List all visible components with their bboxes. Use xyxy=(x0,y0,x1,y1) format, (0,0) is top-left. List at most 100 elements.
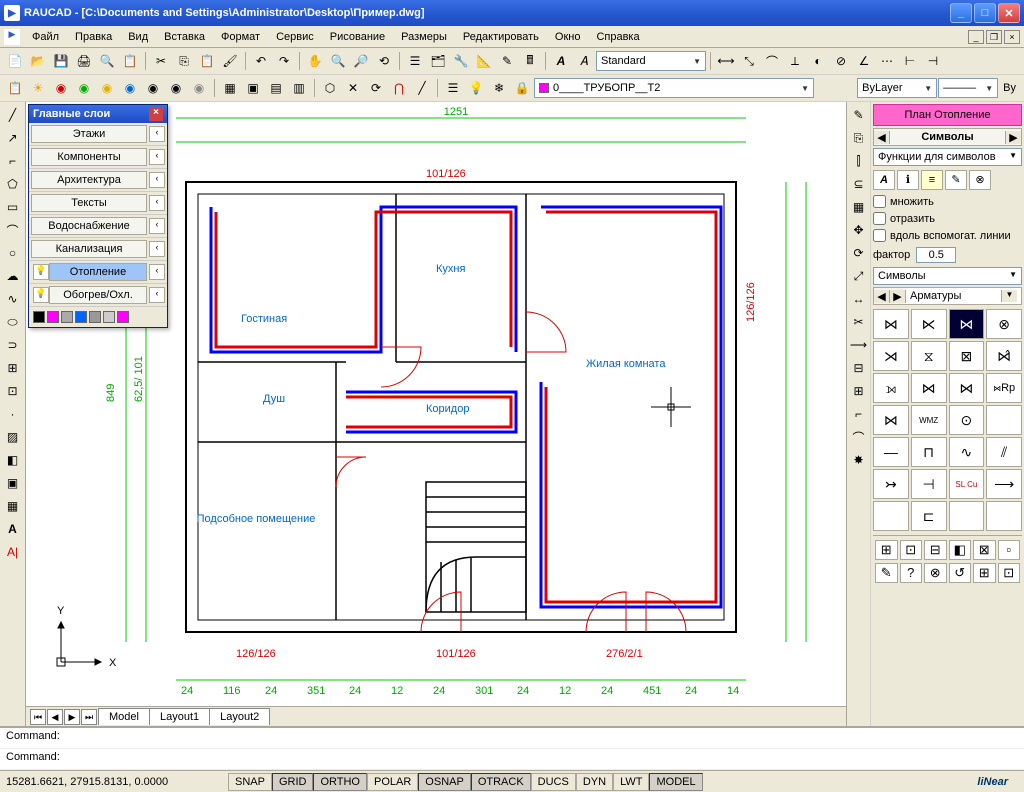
erase-icon[interactable]: ✎ xyxy=(848,104,870,126)
layer-item-0[interactable]: Этажи‹ xyxy=(29,123,167,146)
circle-f-icon[interactable]: ◉ xyxy=(165,77,187,99)
status-polar[interactable]: POLAR xyxy=(367,773,418,791)
symbols-dropdown[interactable]: Символы▼ xyxy=(873,267,1022,285)
layers-panel-close-icon[interactable]: × xyxy=(149,107,163,121)
makeblk-tool-icon[interactable]: ⊡ xyxy=(2,380,24,402)
sym-valve-24[interactable]: ⟶ xyxy=(986,469,1022,499)
new-icon[interactable]: 📄 xyxy=(4,50,26,72)
sym-valve-18[interactable]: ⊓ xyxy=(911,437,947,467)
status-osnap[interactable]: OSNAP xyxy=(418,773,471,791)
mtext-tool-icon[interactable]: A xyxy=(2,518,24,540)
paste-icon[interactable]: 📋 xyxy=(196,50,218,72)
sym-valve-16[interactable] xyxy=(986,405,1022,435)
polygon-tool-icon[interactable]: ⬠ xyxy=(2,173,24,195)
sym-valve-15[interactable]: ⊙ xyxy=(949,405,985,435)
menu-сервис[interactable]: Сервис xyxy=(268,29,322,45)
sym-valve-2[interactable]: ⋉ xyxy=(911,309,947,339)
gradient-tool-icon[interactable]: ◧ xyxy=(2,449,24,471)
ssm-icon[interactable]: 📐 xyxy=(473,50,495,72)
copy2-icon[interactable]: ⎘ xyxy=(848,127,870,149)
sym-valve-13[interactable]: ⋈ xyxy=(873,405,909,435)
layer-item-1[interactable]: Компоненты‹ xyxy=(29,146,167,169)
match-icon[interactable]: 🖌 xyxy=(219,50,241,72)
menu-вставка[interactable]: Вставка xyxy=(156,29,213,45)
text-icon[interactable]: A xyxy=(550,50,572,72)
point-tool-icon[interactable]: · xyxy=(2,403,24,425)
circle-d-icon[interactable]: ◉ xyxy=(119,77,141,99)
fillet-icon[interactable]: ⌒ xyxy=(848,426,870,448)
spline-tool-icon[interactable]: ∿ xyxy=(2,288,24,310)
layer-item-4[interactable]: Водоснабжение‹ xyxy=(29,215,167,238)
dc-icon[interactable]: 🗂 xyxy=(427,50,449,72)
redo-icon[interactable]: ↷ xyxy=(273,50,295,72)
text-tool-icon[interactable]: A| xyxy=(2,541,24,563)
block3-icon[interactable]: ▤ xyxy=(265,77,287,99)
break-icon[interactable]: ⊟ xyxy=(848,357,870,379)
dim-cont-icon[interactable]: ⊣ xyxy=(922,50,944,72)
zoom-rt-icon[interactable]: 🔍 xyxy=(327,50,349,72)
tp-icon[interactable]: 🔧 xyxy=(450,50,472,72)
sym-valve-10[interactable]: ⋈ xyxy=(911,373,947,403)
block-icon[interactable]: ▦ xyxy=(219,77,241,99)
dim-aligned-icon[interactable]: ⤡ xyxy=(738,50,760,72)
funcicon-c[interactable]: ≡ xyxy=(921,170,943,190)
rb-ortho-icon[interactable]: ⊟ xyxy=(924,540,947,560)
func-dropdown[interactable]: Функции для символов▼ xyxy=(873,148,1022,166)
layer-item-7[interactable]: 💡Обогрев/Охл.‹ xyxy=(29,284,167,307)
layerprop-icon[interactable]: 📋 xyxy=(4,77,26,99)
menu-формат[interactable]: Формат xyxy=(213,29,268,45)
print-icon[interactable]: 🖨 xyxy=(73,50,95,72)
freeze-icon[interactable]: ❄ xyxy=(488,77,510,99)
pline-tool-icon[interactable]: ⌐ xyxy=(2,150,24,172)
undo-icon[interactable]: ↶ xyxy=(250,50,272,72)
sym-valve-12[interactable]: ⋈Rp xyxy=(986,373,1022,403)
chamfer-icon[interactable]: ⌐ xyxy=(848,403,870,425)
layer-item-5[interactable]: Канализация‹ xyxy=(29,238,167,261)
command-area[interactable]: Command: Command: xyxy=(0,726,1024,770)
orbit-icon[interactable]: ⟳ xyxy=(365,77,387,99)
menu-размеры[interactable]: Размеры xyxy=(393,29,455,45)
sym-valve-28[interactable] xyxy=(986,501,1022,531)
tab-last-icon[interactable]: ⏭ xyxy=(81,709,97,725)
publish-icon[interactable]: 📋 xyxy=(119,50,141,72)
sym-valve-20[interactable]: ⫽ xyxy=(986,437,1022,467)
sym-valve-11[interactable]: ⋈ xyxy=(949,373,985,403)
menu-правка[interactable]: Правка xyxy=(67,29,120,45)
stretch-icon[interactable]: ↔ xyxy=(848,288,870,310)
rb-tool-d[interactable]: ↺ xyxy=(949,563,972,583)
circle-e-icon[interactable]: ◉ xyxy=(142,77,164,99)
status-dyn[interactable]: DYN xyxy=(576,773,613,791)
circle-b-icon[interactable]: ◉ xyxy=(73,77,95,99)
rb-tool-b[interactable]: ? xyxy=(900,563,923,583)
rb-tool-f[interactable]: ⊡ xyxy=(998,563,1021,583)
pan-icon[interactable]: ✋ xyxy=(304,50,326,72)
zoom-prev-icon[interactable]: ⟲ xyxy=(373,50,395,72)
circle-g-icon[interactable]: ◉ xyxy=(188,77,210,99)
ellipsearc-tool-icon[interactable]: ⊃ xyxy=(2,334,24,356)
iso-icon[interactable]: ⬡ xyxy=(319,77,341,99)
sym-valve-3[interactable]: ⋈ xyxy=(949,309,985,339)
menu-файл[interactable]: Файл xyxy=(24,29,67,45)
tab-model[interactable]: Model xyxy=(98,708,150,725)
layer-item-2[interactable]: Архитектура‹ xyxy=(29,169,167,192)
sym-valve-7[interactable]: ⊠ xyxy=(949,341,985,371)
line-tool-icon[interactable]: ╱ xyxy=(2,104,24,126)
props-icon[interactable]: ☰ xyxy=(404,50,426,72)
rb-snap-icon[interactable]: ⊞ xyxy=(875,540,898,560)
explode-icon[interactable]: ✸ xyxy=(848,449,870,471)
funcicon-e[interactable]: ⊗ xyxy=(969,170,991,190)
hatch-tool-icon[interactable]: ▨ xyxy=(2,426,24,448)
layer-combo[interactable]: 0____ТРУБОПР__Т2▼ xyxy=(534,78,814,98)
command-line[interactable]: Command: xyxy=(0,749,1024,770)
menu-окно[interactable]: Окно xyxy=(547,29,589,45)
rb-polar-icon[interactable]: ◧ xyxy=(949,540,972,560)
sun-icon[interactable]: ☀ xyxy=(27,77,49,99)
magnet-icon[interactable]: ⋂ xyxy=(388,77,410,99)
preview-icon[interactable]: 🔍 xyxy=(96,50,118,72)
sym-valve-21[interactable]: ↣ xyxy=(873,469,909,499)
rect-tool-icon[interactable]: ▭ xyxy=(2,196,24,218)
insertblk-tool-icon[interactable]: ⊞ xyxy=(2,357,24,379)
table-tool-icon[interactable]: ▦ xyxy=(2,495,24,517)
funcicon-b[interactable]: ℹ xyxy=(897,170,919,190)
bulb-icon[interactable]: 💡 xyxy=(465,77,487,99)
